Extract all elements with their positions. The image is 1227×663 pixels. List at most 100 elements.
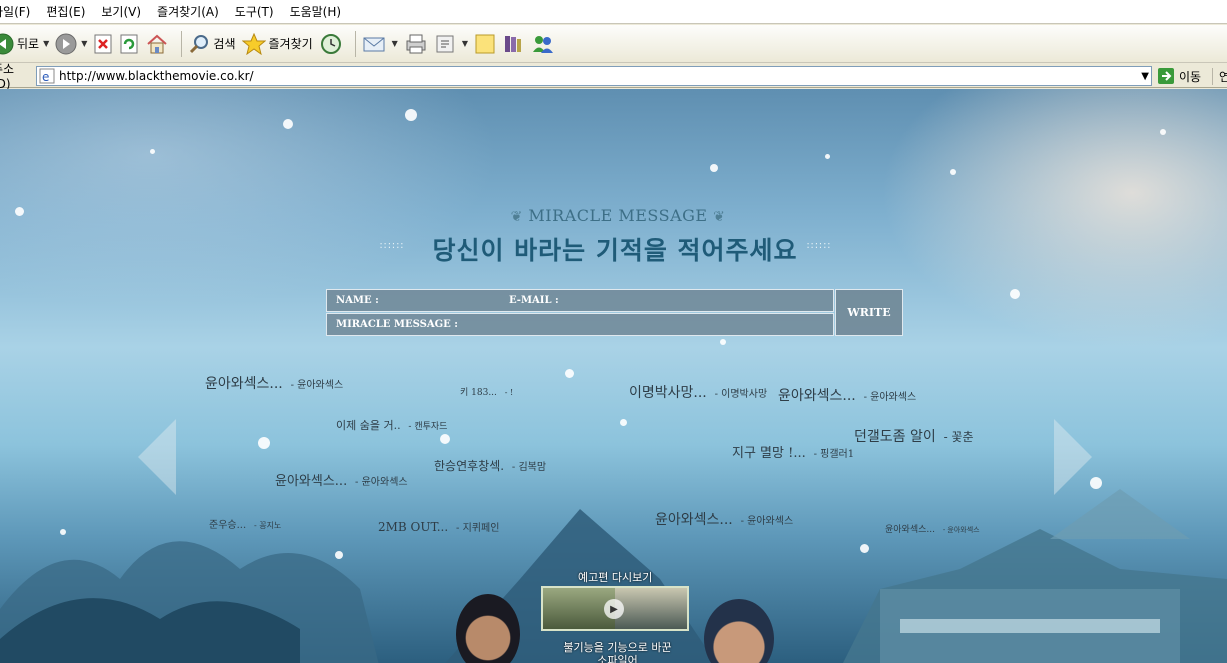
message-item[interactable]: 윤아와섹스... - 윤아와섹스 <box>205 373 343 393</box>
menu-favorites[interactable]: 즐겨찾기(A) <box>157 3 219 20</box>
prev-arrow-icon[interactable] <box>138 419 176 495</box>
back-arrow-icon <box>0 33 14 54</box>
go-arrow-icon <box>1158 68 1174 84</box>
snowflake <box>710 164 718 172</box>
ie-page-icon: e <box>39 68 55 84</box>
message-item[interactable]: 윤아와섹스... - 윤아와섹스 <box>778 385 916 405</box>
mail-button[interactable]: ▼ <box>362 33 398 55</box>
address-input[interactable]: e http://www.blackthemovie.co.kr/ ▼ <box>36 66 1152 86</box>
trailer-thumbnail[interactable]: ▶ <box>541 586 689 631</box>
toolbar-separator <box>181 30 183 57</box>
page-heading: 당신이 바라는 기적을 적어주세요 <box>432 236 798 265</box>
snowflake <box>60 529 66 535</box>
refresh-button[interactable] <box>119 33 139 55</box>
landscape-illustration <box>0 489 1227 663</box>
search-icon <box>190 34 209 53</box>
message-input[interactable] <box>459 316 829 333</box>
history-icon <box>320 33 341 54</box>
message-item[interactable]: 지구 멸망 !... - 핑갤러1 <box>732 442 854 461</box>
chevron-down-icon[interactable]: ▼ <box>462 39 468 48</box>
message-item[interactable]: 2MB OUT... - 지퀴페인 <box>378 519 499 534</box>
print-button[interactable] <box>404 33 428 55</box>
note-icon <box>475 34 495 53</box>
snowflake <box>258 437 270 449</box>
forward-button[interactable]: ▼ <box>55 33 87 55</box>
next-arrow-icon[interactable] <box>1054 419 1092 495</box>
message-label: MIRACLE MESSAGE : <box>336 319 458 330</box>
message-item[interactable]: 이제 숨을 거.. - 캔투자드 <box>336 417 447 433</box>
menu-help[interactable]: 도움말(H) <box>290 3 342 20</box>
snowflake <box>860 544 869 553</box>
form-row-message: MIRACLE MESSAGE : <box>326 313 834 336</box>
trailer-still <box>615 588 687 629</box>
message-item[interactable]: 한승연후창섹. - 김복맘 <box>434 457 546 474</box>
message-item[interactable]: 윤아와섹스... - 윤아와섹스 <box>655 509 793 529</box>
snowflake <box>565 369 574 378</box>
email-input[interactable] <box>567 292 827 309</box>
forward-arrow-icon <box>55 33 77 54</box>
play-icon[interactable]: ▶ <box>604 599 624 619</box>
chevron-down-icon[interactable]: ▼ <box>1141 71 1149 82</box>
printer-icon <box>406 34 426 53</box>
go-button[interactable]: 이동 <box>1157 67 1201 85</box>
edit-page-icon <box>436 35 454 52</box>
stop-button[interactable] <box>93 33 113 55</box>
research-button[interactable] <box>502 33 524 55</box>
menu-tools[interactable]: 도구(T) <box>235 3 274 20</box>
write-button[interactable]: WRITE <box>835 289 903 336</box>
edit-button[interactable]: ▼ <box>434 33 468 55</box>
form-row-contact: NAME : E-MAIL : <box>326 289 834 312</box>
books-icon <box>504 35 521 52</box>
message-item[interactable]: 준우승... - 꽁지노 <box>209 516 281 531</box>
snowflake <box>283 119 293 129</box>
miracle-message-title: ❦ MIRACLE MESSAGE ❦ <box>510 206 726 225</box>
message-item[interactable]: 윤아와섹스... - 윤아와섹스 <box>885 521 980 535</box>
stop-icon <box>94 34 112 53</box>
name-input[interactable] <box>385 292 495 309</box>
refresh-icon <box>120 34 138 53</box>
snowflake <box>15 207 24 216</box>
menu-bar: 파일(F) 편집(E) 보기(V) 즐겨찾기(A) 도구(T) 도움말(H) <box>0 0 1227 24</box>
ornament-icon: ❦ <box>713 209 726 225</box>
snowflake <box>720 339 726 345</box>
menu-file[interactable]: 파일(F) <box>0 3 30 20</box>
links-label[interactable]: 연 <box>1212 68 1227 85</box>
snowflake <box>335 551 343 559</box>
snowflake <box>150 149 155 154</box>
message-item[interactable]: 윤아와섹스... - 윤아와섹스 <box>275 470 408 489</box>
sky-haze <box>0 89 500 309</box>
snowflake <box>1010 289 1020 299</box>
star-icon <box>241 32 266 55</box>
home-icon <box>147 34 168 53</box>
note-button[interactable] <box>474 33 496 55</box>
snowflake <box>950 169 956 175</box>
bottom-note: 불기능을 기능으로 바꾼 소파일어 <box>563 641 672 663</box>
address-bar: 주소(D) e http://www.blackthemovie.co.kr/ … <box>0 62 1227 91</box>
favorites-button[interactable]: 즐겨찾기 <box>241 32 313 55</box>
snowflake <box>405 109 417 121</box>
history-button[interactable] <box>319 33 343 55</box>
ornament-icon: ❦ <box>510 209 523 225</box>
web-page: ❦ MIRACLE MESSAGE ❦ ∷∷∷ 당신이 바라는 기적을 적어주세… <box>0 89 1227 663</box>
name-label: NAME : <box>336 295 379 306</box>
chevron-down-icon[interactable]: ▼ <box>392 39 398 48</box>
messenger-button[interactable] <box>530 33 556 55</box>
menu-edit[interactable]: 편집(E) <box>46 3 85 20</box>
chevron-down-icon[interactable]: ▼ <box>81 39 87 48</box>
back-button[interactable]: 뒤로 ▼ <box>0 33 49 55</box>
snowflake <box>1160 129 1166 135</box>
home-button[interactable] <box>145 33 169 55</box>
email-label: E-MAIL : <box>509 295 559 306</box>
chevron-down-icon[interactable]: ▼ <box>43 39 49 48</box>
message-item[interactable]: 던갤도좀 알이 - 꽃춘 <box>854 426 974 446</box>
toolbar: 뒤로 ▼ ▼ 검색 즐겨찾기 ▼ ▼ <box>0 25 1227 63</box>
search-button[interactable]: 검색 <box>188 33 236 55</box>
snowflake <box>440 434 450 444</box>
message-item[interactable]: 이명박사망... - 이명박사망 <box>629 382 767 402</box>
toolbar-separator <box>354 30 356 57</box>
message-item[interactable]: 키 183... - ! <box>460 384 513 398</box>
menu-view[interactable]: 보기(V) <box>101 3 141 20</box>
trailer-label[interactable]: 예고편 다시보기 <box>578 569 652 585</box>
address-url: http://www.blackthemovie.co.kr/ <box>59 69 254 83</box>
mail-icon <box>363 37 385 51</box>
